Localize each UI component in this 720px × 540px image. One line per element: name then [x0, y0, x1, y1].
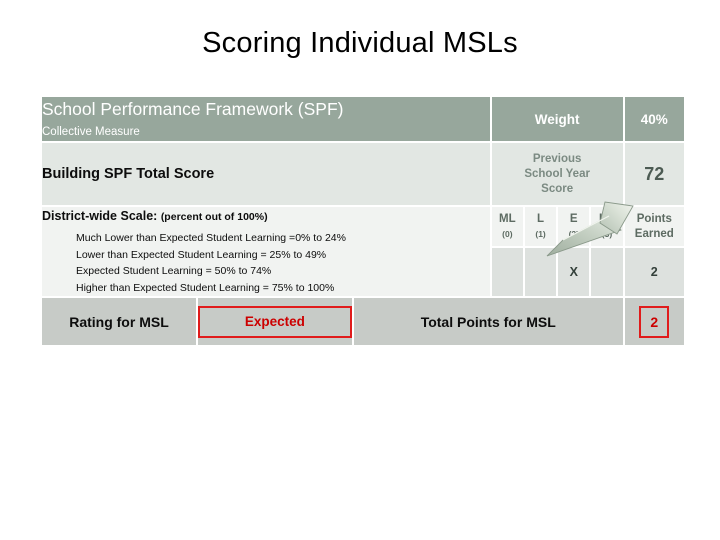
district-wide-scale-cell: District-wide Scale: (percent out of 100…: [41, 206, 491, 297]
spf-scoring-table: School Performance Framework (SPF) Colle…: [41, 96, 685, 346]
rating-mark-e[interactable]: X: [557, 247, 591, 297]
rating-for-msl-value-cell: Expected: [196, 297, 353, 346]
points-earned-value: 2: [623, 247, 685, 297]
rating-column-header-ml: ML (0): [490, 206, 524, 247]
scale-heading-text: District-wide Scale:: [42, 209, 158, 223]
scale-list: Much Lower than Expected Student Learnin…: [42, 230, 490, 296]
scale-item: Expected Student Learning = 50% to 74%: [76, 265, 272, 277]
total-points-for-msl-value-cell: 2: [623, 297, 685, 346]
table-row-header: School Performance Framework (SPF) Colle…: [41, 96, 685, 142]
total-points-for-msl-label: Total Points for MSL: [352, 297, 624, 346]
scale-item: Higher than Expected Student Learning = …: [76, 281, 335, 294]
rating-level-he: HE: [598, 212, 615, 225]
rating-points-ml: (0): [502, 228, 513, 239]
rating-level-ml: ML: [499, 212, 516, 225]
previous-label-line-1: Previous: [532, 152, 582, 165]
rating-for-msl-value[interactable]: Expected: [197, 305, 352, 338]
rating-mark-he[interactable]: [590, 247, 624, 297]
measure-title-cell: School Performance Framework (SPF) Colle…: [41, 96, 491, 142]
scale-item: Lower than Expected Student Learning = 2…: [76, 248, 327, 261]
previous-school-year-score-value: 72: [623, 142, 685, 206]
page-title: Scoring Individual MSLs: [202, 27, 518, 59]
points-earned-label-line-1: Points: [636, 212, 672, 225]
rating-level-l: L: [537, 212, 545, 225]
rating-column-header-e: E (2): [557, 206, 591, 247]
building-spf-total-score-label: Building SPF Total Score: [41, 142, 491, 206]
table-row-scale: District-wide Scale: (percent out of 100…: [41, 206, 685, 297]
rating-column-header-l: L (1): [523, 206, 558, 247]
weight-value: 40%: [623, 96, 685, 142]
rating-column-header-he: HE (3): [590, 206, 624, 247]
previous-label-line-2: School Year: [524, 167, 590, 180]
previous-school-year-score-label: Previous School Year Score: [490, 142, 624, 206]
points-earned-label-line-2: Earned: [634, 227, 674, 240]
weight-label: Weight: [490, 96, 624, 142]
previous-label-line-3: Score: [541, 182, 574, 195]
scale-item: Much Lower than Expected Student Learnin…: [76, 232, 346, 244]
rating-for-msl-label: Rating for MSL: [41, 297, 197, 346]
points-earned-header: Points Earned: [623, 206, 685, 247]
table-row-rating: Rating for MSL Expected Total Points for…: [41, 297, 685, 346]
district-wide-scale-heading: District-wide Scale: (percent out of 100…: [42, 207, 490, 226]
rating-level-e: E: [569, 212, 578, 225]
total-points-for-msl-value[interactable]: 2: [639, 305, 670, 338]
measure-title: School Performance Framework (SPF): [42, 99, 344, 119]
scale-heading-parenthetical: (percent out of 100%): [160, 211, 268, 223]
measure-subtitle: Collective Measure: [42, 126, 140, 138]
rating-points-he: (3): [601, 228, 613, 239]
table-row-total-score: Building SPF Total Score Previous School…: [41, 142, 685, 206]
rating-mark-l[interactable]: [523, 247, 558, 297]
rating-points-e: (2): [568, 228, 579, 239]
rating-mark-ml[interactable]: [490, 247, 524, 297]
rating-points-l: (1): [535, 228, 546, 239]
